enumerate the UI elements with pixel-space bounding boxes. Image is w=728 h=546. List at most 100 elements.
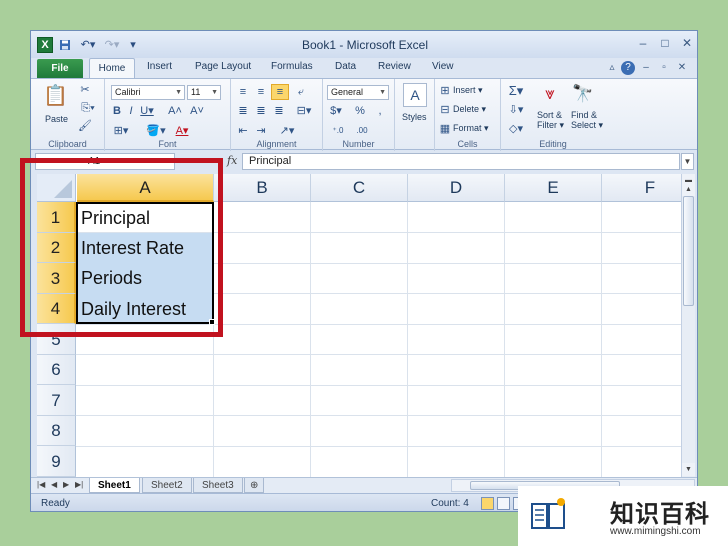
copy-icon[interactable]: ⎘▾: [77, 101, 99, 115]
cut-icon[interactable]: ✂: [77, 83, 93, 97]
align-bottom-icon[interactable]: ≡: [271, 84, 289, 100]
paste-icon[interactable]: 📋: [43, 83, 68, 109]
find-select-icon[interactable]: 🔭: [571, 82, 595, 106]
bold-icon[interactable]: B: [111, 104, 123, 118]
sort-filter-button[interactable]: Sort & Filter ▾: [537, 110, 564, 131]
fill-icon[interactable]: ⇩▾: [507, 103, 525, 117]
doc-close-icon[interactable]: ✕: [675, 61, 689, 75]
restore-icon[interactable]: □: [655, 35, 675, 52]
shrink-font-icon[interactable]: A˅: [189, 104, 205, 118]
clear-icon[interactable]: ◇▾: [507, 122, 525, 136]
gridline: [76, 385, 681, 386]
merge-center-icon[interactable]: ⊟▾: [293, 104, 315, 118]
tab-file[interactable]: File: [37, 59, 83, 78]
help-icon[interactable]: ?: [621, 61, 635, 75]
row-header-9[interactable]: 9: [37, 446, 76, 477]
font-color-icon[interactable]: A▾: [171, 124, 193, 138]
tab-page-layout[interactable]: Page Layout: [195, 61, 251, 72]
orientation-icon[interactable]: ↗▾: [277, 124, 297, 138]
last-sheet-icon[interactable]: ▶|: [75, 480, 83, 489]
doc-minimize-icon[interactable]: –: [639, 61, 653, 75]
align-right-icon[interactable]: ≣: [271, 104, 287, 118]
format-painter-icon[interactable]: 🖌: [77, 119, 93, 133]
insert-function-button[interactable]: fx: [227, 154, 237, 167]
increase-decimal-icon[interactable]: ⁺.0: [329, 124, 347, 138]
align-top-icon[interactable]: ≡: [235, 85, 251, 99]
column-header-c[interactable]: C: [311, 174, 408, 202]
vertical-scrollbar[interactable]: ▬ ▲ ▼: [681, 174, 695, 477]
percent-symbol: %: [355, 105, 365, 117]
number-format-combo[interactable]: General ▼: [327, 85, 389, 100]
insert-sheet-icon[interactable]: ⊕: [244, 478, 265, 493]
status-count: Count: 4: [431, 498, 469, 509]
styles-icon[interactable]: A: [403, 83, 427, 107]
format-button[interactable]: Format ▾: [453, 123, 489, 134]
column-header-b[interactable]: B: [214, 174, 311, 202]
currency-icon[interactable]: $▾: [327, 104, 345, 118]
percent-icon[interactable]: %: [353, 104, 367, 118]
watermark-url: www.mimingshi.com: [610, 526, 701, 537]
prev-sheet-icon[interactable]: ◀: [51, 480, 57, 489]
insert-button[interactable]: Insert ▾: [453, 85, 483, 96]
delete-cells-icon[interactable]: ⊟: [439, 103, 451, 117]
close-icon[interactable]: ✕: [677, 35, 697, 52]
tab-formulas[interactable]: Formulas: [271, 61, 313, 72]
autosum-icon[interactable]: Σ▾: [507, 84, 525, 98]
format-cells-icon[interactable]: ▦: [439, 122, 451, 136]
group-editing: Σ▾ ⇩▾ ◇▾ ⩔ Sort & Filter ▾ 🔭 Find & Sele…: [501, 79, 605, 151]
borders-icon[interactable]: ⊞▾: [111, 124, 131, 138]
decrease-indent-icon[interactable]: ⇤: [235, 124, 251, 138]
sort-filter-icon[interactable]: ⩔: [537, 82, 563, 106]
fill-color-icon[interactable]: 🪣▾: [145, 124, 167, 138]
underline-icon[interactable]: U▾: [139, 104, 155, 118]
group-number: General ▼ $▾ % , ⁺.0 .00 Number: [323, 79, 395, 151]
paste-button[interactable]: Paste: [45, 114, 68, 124]
doc-restore-icon[interactable]: ▫: [657, 61, 671, 75]
italic-icon[interactable]: I: [125, 104, 137, 118]
sheet-tab-2[interactable]: Sheet2: [142, 478, 192, 493]
editing-label: Editing: [539, 139, 567, 149]
increase-indent-icon[interactable]: ⇥: [253, 124, 269, 138]
wrap-text-icon[interactable]: ⤶: [293, 85, 309, 99]
find-select-button[interactable]: Find & Select ▾: [571, 110, 603, 131]
vertical-scroll-thumb[interactable]: [683, 196, 694, 306]
next-sheet-icon[interactable]: ▶: [63, 480, 69, 489]
styles-button[interactable]: Styles: [402, 112, 427, 122]
font-size-combo[interactable]: 11 ▼: [187, 85, 221, 100]
gridline: [76, 415, 681, 416]
tab-view[interactable]: View: [432, 61, 454, 72]
row-header-7[interactable]: 7: [37, 385, 76, 416]
column-header-e[interactable]: E: [505, 174, 602, 202]
column-header-d[interactable]: D: [408, 174, 505, 202]
tab-data[interactable]: Data: [335, 61, 356, 72]
scroll-up-icon[interactable]: ▲: [682, 183, 695, 196]
row-header-6[interactable]: 6: [37, 355, 76, 385]
normal-view-icon[interactable]: [481, 497, 494, 510]
formula-input[interactable]: Principal: [242, 153, 680, 170]
group-alignment: ≡ ≡ ≡ ⤶ ≣ ≣ ≣ ⊟▾ ⇤ ⇥ ↗▾ Alignment: [231, 79, 323, 151]
delete-button[interactable]: Delete ▾: [453, 104, 486, 115]
sheet-tab-1[interactable]: Sheet1: [89, 478, 140, 493]
align-left-icon[interactable]: ≣: [235, 104, 251, 118]
expand-formula-bar-icon[interactable]: ▼: [681, 153, 694, 170]
first-sheet-icon[interactable]: |◀: [37, 480, 45, 489]
row-header-8[interactable]: 8: [37, 416, 76, 446]
align-center-icon[interactable]: ≣: [253, 104, 269, 118]
tab-home[interactable]: Home: [89, 58, 135, 79]
grow-font-icon[interactable]: A˄: [167, 104, 183, 118]
insert-cells-icon[interactable]: ⊞: [439, 84, 451, 98]
minimize-icon[interactable]: –: [633, 35, 653, 52]
gridline: [310, 202, 311, 477]
align-middle-icon[interactable]: ≡: [253, 85, 269, 99]
column-header-f[interactable]: F: [602, 174, 681, 202]
font-name-combo[interactable]: Calibri ▼: [111, 85, 185, 100]
tab-review[interactable]: Review: [378, 61, 411, 72]
decrease-decimal-icon[interactable]: .00: [353, 124, 371, 138]
scroll-down-icon[interactable]: ▼: [682, 463, 695, 476]
sheet-tab-3[interactable]: Sheet3: [193, 478, 243, 493]
ribbon-home: 📋 Paste ✂ ⎘▾ 🖌 Clipboard Calibri ▼ 11 ▼ B …: [31, 78, 697, 151]
minimize-ribbon-icon[interactable]: ▵: [605, 61, 619, 75]
comma-icon[interactable]: ,: [373, 104, 387, 118]
tab-insert[interactable]: Insert: [147, 61, 172, 72]
page-layout-view-icon[interactable]: [497, 497, 510, 510]
